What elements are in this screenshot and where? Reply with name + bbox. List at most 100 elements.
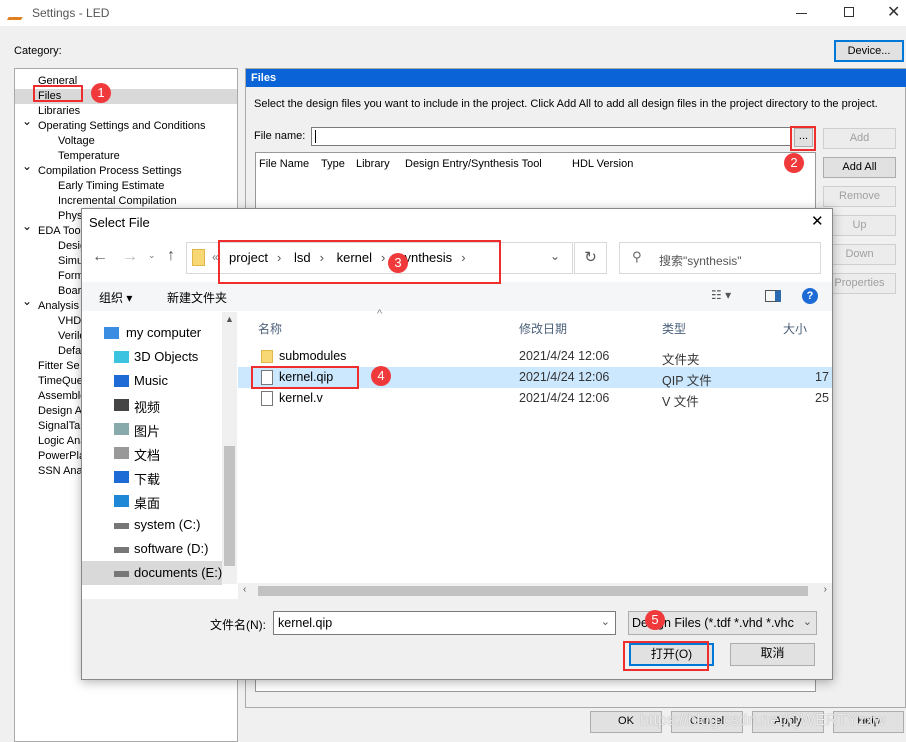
- minimize-button[interactable]: [796, 13, 807, 14]
- tree-item[interactable]: Assemble: [38, 390, 86, 402]
- nav-item[interactable]: 图片: [134, 421, 160, 440]
- file-date: 2021/4/24 12:06: [519, 349, 610, 363]
- filename-input[interactable]: kernel.qip ⌄: [273, 611, 616, 635]
- nav-item[interactable]: documents (E:): [134, 565, 222, 580]
- annotation-box-1: [33, 85, 83, 102]
- up-button[interactable]: Up: [823, 215, 896, 236]
- tree-item[interactable]: Incremental Compilation: [58, 195, 177, 207]
- expand-chevron-icon[interactable]: ⌄: [22, 294, 32, 308]
- col-library[interactable]: Library: [356, 158, 390, 170]
- tree-item[interactable]: Phys: [58, 210, 82, 222]
- help-icon[interactable]: ?: [802, 288, 818, 304]
- col-hdl[interactable]: HDL Version: [572, 158, 633, 170]
- nav-item[interactable]: my computer: [126, 325, 201, 340]
- refresh-icon[interactable]: ↻: [574, 242, 607, 274]
- close-button[interactable]: ✕: [887, 2, 900, 22]
- dialog-cancel-button[interactable]: 取消: [730, 643, 815, 666]
- annotation-box-2: [790, 126, 816, 151]
- col-type[interactable]: 类型: [662, 320, 686, 337]
- maximize-button[interactable]: [844, 7, 854, 17]
- file-date: 2021/4/24 12:06: [519, 370, 610, 384]
- tree-item[interactable]: Design A: [38, 405, 82, 417]
- col-name[interactable]: 名称: [258, 320, 282, 337]
- tree-item[interactable]: Fitter Se: [38, 360, 80, 372]
- tree-item[interactable]: Logic Ana: [38, 435, 86, 447]
- tree-item[interactable]: EDA Tool: [38, 225, 83, 237]
- file-date: 2021/4/24 12:06: [519, 391, 610, 405]
- tree-item[interactable]: Analysis: [38, 300, 79, 312]
- nav-item[interactable]: 文档: [134, 445, 160, 464]
- add-all-button[interactable]: Add All: [823, 157, 896, 178]
- annotation-4: 4: [371, 366, 391, 386]
- horizontal-scrollbar[interactable]: ‹ ›: [238, 583, 832, 599]
- drive-icon: [114, 547, 129, 553]
- preview-pane-icon[interactable]: [765, 290, 781, 302]
- file-row[interactable]: kernel.v 2021/4/24 12:06 V 文件 25: [238, 388, 832, 409]
- drive-icon: [114, 523, 129, 529]
- file-row[interactable]: submodules 2021/4/24 12:06 文件夹: [238, 346, 832, 367]
- up-icon[interactable]: ↑: [167, 247, 175, 265]
- computer-icon: [104, 327, 119, 339]
- organize-menu[interactable]: 组织 ▾: [99, 289, 132, 306]
- expand-chevron-icon[interactable]: ⌄: [22, 219, 32, 233]
- folder-icon: [192, 249, 205, 266]
- file-name-label: File name:: [254, 130, 306, 142]
- tree-item[interactable]: TimeQue: [38, 375, 83, 387]
- nav-item[interactable]: 桌面: [134, 493, 160, 512]
- properties-button[interactable]: Properties: [823, 273, 896, 294]
- tree-item[interactable]: Compilation Process Settings: [38, 165, 182, 177]
- file-name-input[interactable]: [311, 127, 791, 146]
- down-button[interactable]: Down: [823, 244, 896, 265]
- nav-item[interactable]: Music: [134, 373, 168, 388]
- nav-item[interactable]: system (C:): [134, 517, 200, 532]
- filename-label: 文件名(N):: [210, 618, 266, 632]
- tree-item[interactable]: Simu: [58, 255, 83, 267]
- recent-chevron-icon[interactable]: ⌄: [148, 250, 156, 261]
- music-icon: [114, 375, 129, 387]
- remove-button[interactable]: Remove: [823, 186, 896, 207]
- tree-item[interactable]: Boar: [58, 285, 81, 297]
- new-folder-button[interactable]: 新建文件夹: [167, 289, 227, 306]
- dialog-close-icon[interactable]: ✕: [811, 212, 824, 230]
- search-box[interactable]: ⚲ 搜索"synthesis": [619, 242, 821, 274]
- tree-item[interactable]: Early Timing Estimate: [58, 180, 164, 192]
- file-name: kernel.v: [279, 391, 323, 405]
- tree-item[interactable]: SignalTap: [38, 420, 86, 432]
- file-type: V 文件: [662, 395, 699, 409]
- documents-icon: [114, 447, 129, 459]
- expand-chevron-icon[interactable]: ⌄: [22, 159, 32, 173]
- device-button[interactable]: Device...: [834, 40, 904, 62]
- nav-item[interactable]: 下载: [134, 469, 160, 488]
- expand-chevron-icon[interactable]: ⌄: [22, 114, 32, 128]
- back-icon[interactable]: ←: [92, 248, 108, 266]
- tree-item[interactable]: Temperature: [58, 150, 120, 162]
- file-name: submodules: [279, 349, 347, 363]
- col-date[interactable]: 修改日期: [519, 320, 567, 337]
- col-type[interactable]: Type: [321, 158, 345, 170]
- dialog-title: Select File: [89, 215, 150, 230]
- tree-item[interactable]: Voltage: [58, 135, 95, 147]
- tree-item[interactable]: Form: [58, 270, 84, 282]
- files-header: Files: [246, 69, 906, 87]
- navigation-pane[interactable]: my computer 3D Objects Music 视频图片文档下载桌面 syst…: [82, 312, 238, 585]
- forward-icon[interactable]: →: [122, 248, 138, 266]
- tree-item[interactable]: PowerPla: [38, 450, 85, 462]
- col-size[interactable]: 大小: [783, 320, 807, 337]
- address-dropdown-icon[interactable]: ⌄: [550, 249, 560, 263]
- search-placeholder: 搜索"synthesis": [659, 254, 742, 268]
- dropdown-icon[interactable]: ⌄: [601, 615, 610, 628]
- file-type: QIP 文件: [662, 374, 712, 388]
- 3d-objects-icon: [114, 351, 129, 363]
- tree-item[interactable]: SSN Anal: [38, 465, 85, 477]
- nav-item[interactable]: software (D:): [134, 541, 208, 556]
- view-options-icon[interactable]: ☷ ▾: [711, 288, 731, 302]
- nav-item[interactable]: 3D Objects: [134, 349, 198, 364]
- nav-item[interactable]: 视频: [134, 397, 160, 416]
- col-file-name[interactable]: File Name: [259, 158, 309, 170]
- tree-item[interactable]: Defa: [58, 345, 81, 357]
- col-tool[interactable]: Design Entry/Synthesis Tool: [405, 158, 542, 170]
- tree-item[interactable]: Operating Settings and Conditions: [38, 120, 206, 132]
- add-button[interactable]: Add: [823, 128, 896, 149]
- tree-item[interactable]: Libraries: [38, 105, 80, 117]
- nav-scrollbar[interactable]: ▲: [222, 312, 237, 584]
